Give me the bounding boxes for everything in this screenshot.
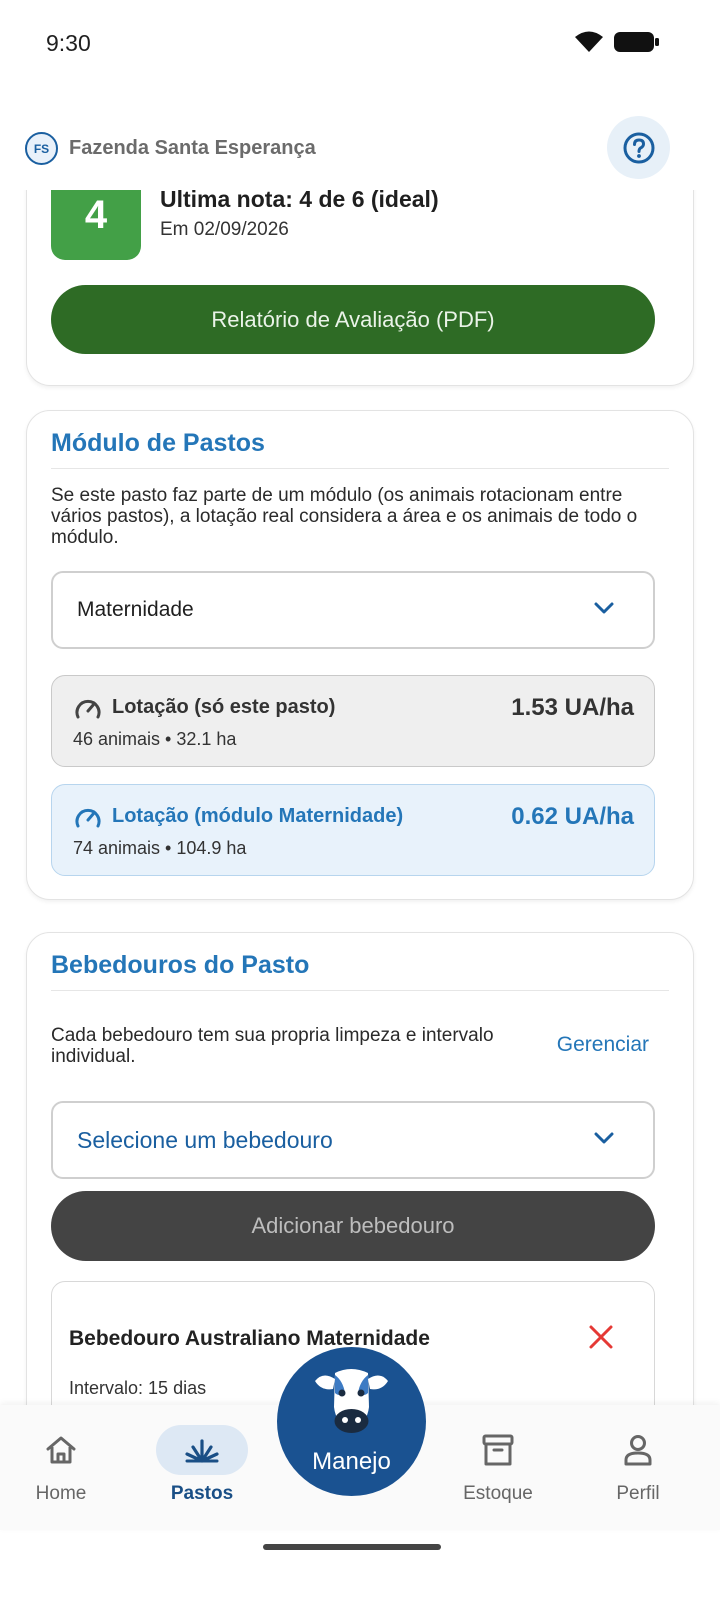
nav-pastos-label: Pastos [170,1483,234,1504]
battery-icon [614,32,659,52]
home-indicator [263,1544,441,1550]
help-icon [623,132,654,163]
grass-icon [185,1439,219,1463]
status-icons [574,30,660,54]
stock-module-value: 0.62 UA/ha [511,803,634,830]
stock-single-label: Lotação (só este pasto) [112,696,336,718]
home-icon [46,1436,76,1464]
waterers-description: Cada bebedouro tem sua propria limpeza e… [51,1025,494,1067]
stock-single-sub: 46 animais • 32.1 ha [73,729,237,749]
waterer-select-placeholder: Selecione um bebedouro [77,1126,333,1153]
pdf-report-button[interactable]: Relatório de Avaliação (PDF) [51,285,655,354]
manejo-fab-button[interactable]: Manejo [277,1347,426,1496]
evaluation-title: Última nota: 4 de 6 (ideal) [160,190,439,212]
nav-home[interactable]: Home [11,1425,111,1505]
module-title: Módulo de Pastos [51,429,265,457]
farm-name[interactable]: Fazenda Santa Esperança [69,137,316,160]
wifi-icon [575,31,603,52]
farm-avatar[interactable]: FS [25,132,58,165]
status-time: 9:30 [46,30,91,56]
score-badge: 4 [51,190,141,260]
module-card: Módulo de Pastos Se este pasto faz parte… [26,410,694,900]
gauge-icon [75,808,101,828]
status-bar: 9:30 [0,0,720,88]
module-select-value: Maternidade [77,598,194,621]
person-icon [624,1435,652,1466]
waterers-title: Bebedouros do Pasto [51,951,310,979]
nav-pastos[interactable]: Pastos [152,1425,252,1505]
stock-module-box: Lotação (módulo Maternidade) 74 animais … [51,784,655,876]
nav-estoque[interactable]: Estoque [448,1425,548,1505]
content-scroll[interactable]: 4 Última nota: 4 de 6 (ideal) Em 02/09/2… [0,190,720,1430]
waterer-interval: Intervalo: 15 dias [69,1378,207,1398]
help-button[interactable] [607,116,670,179]
remove-waterer-icon[interactable] [588,1324,614,1350]
stock-single-box: Lotação (só este pasto) 46 animais • 32.… [51,675,655,767]
stock-single-value: 1.53 UA/ha [511,694,634,721]
evaluation-date: Em 02/09/2026 [160,219,289,240]
nav-perfil-label: Perfil [616,1483,660,1504]
manejo-label: Manejo [312,1448,391,1475]
nav-perfil[interactable]: Perfil [588,1425,688,1505]
stock-module-sub: 74 animais • 104.9 ha [73,838,247,858]
chevron-down-icon [594,1132,614,1144]
waterer-name: Bebedouro Australiano Maternidade [69,1327,430,1350]
app-header: FS Fazenda Santa Esperança [0,110,720,190]
nav-home-label: Home [35,1483,87,1504]
waterer-select[interactable]: Selecione um bebedouro [51,1101,655,1179]
evaluation-card: 4 Última nota: 4 de 6 (ideal) Em 02/09/2… [26,190,694,386]
cow-icon [315,1369,388,1433]
manage-waterers-link[interactable]: Gerenciar [557,1033,649,1057]
chevron-down-icon [594,602,614,614]
nav-estoque-label: Estoque [463,1483,533,1504]
gauge-icon [75,699,101,719]
module-select[interactable]: Maternidade [51,571,655,649]
divider [51,468,669,469]
add-waterer-button[interactable]: Adicionar bebedouro [51,1191,655,1261]
stock-module-label: Lotação (módulo Maternidade) [112,805,404,827]
archive-box-icon [482,1434,514,1466]
divider [51,990,669,991]
module-description: Se este pasto faz parte de um módulo (os… [51,485,638,548]
